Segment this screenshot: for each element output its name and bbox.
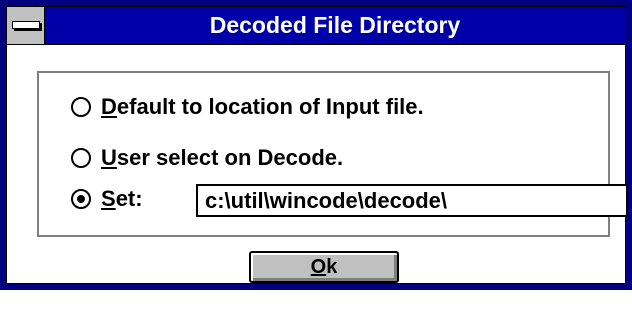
option-default-location-label[interactable]: Default to location of Input file. <box>101 90 424 124</box>
access-key: O <box>310 256 327 278</box>
dialog-title: Decoded File Directory <box>209 12 461 38</box>
access-key: D <box>101 94 117 119</box>
dialog-window: Decoded File Directory Default to locati… <box>0 0 632 290</box>
access-key: U <box>101 145 117 170</box>
option-set-path-label[interactable]: Set: <box>101 182 143 216</box>
dialog-body: Decoded File Directory Default to locati… <box>6 6 628 284</box>
label-text: et: <box>115 186 143 211</box>
directory-path-field[interactable]: c:\util\wincode\decode\ <box>196 184 628 217</box>
ok-label: k <box>326 256 338 278</box>
option-user-select-label[interactable]: User select on Decode. <box>101 141 343 175</box>
system-menu-icon <box>12 21 40 29</box>
label-text: efault to location of Input file. <box>116 94 424 119</box>
title-bar[interactable]: Decoded File Directory <box>7 7 625 45</box>
system-menu-button[interactable] <box>7 7 45 44</box>
ok-button[interactable]: Ok <box>249 251 399 283</box>
directory-option-group: Default to location of Input file. User … <box>37 71 628 237</box>
radio-set-path[interactable] <box>71 189 91 209</box>
radio-default-location[interactable] <box>71 97 91 117</box>
option-set-path[interactable]: Set: c:\util\wincode\decode\ <box>71 182 631 217</box>
access-key: S <box>101 186 116 211</box>
radio-user-select[interactable] <box>71 148 91 168</box>
label-text: ser select on Decode. <box>116 145 344 170</box>
